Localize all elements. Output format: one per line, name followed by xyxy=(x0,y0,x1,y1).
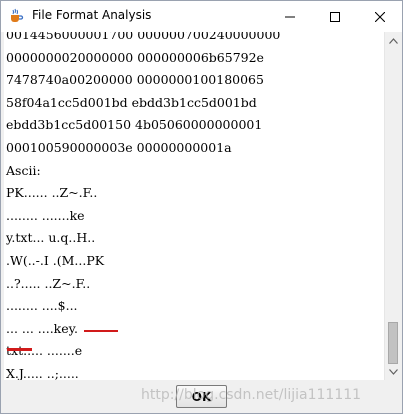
minimize-button[interactable] xyxy=(267,1,312,32)
close-button[interactable] xyxy=(357,1,402,32)
chevron-up-icon xyxy=(389,37,398,44)
text-line: 000100590000003e 00000000001a xyxy=(6,139,232,155)
vertical-scrollbar[interactable] xyxy=(384,32,402,380)
scrollbar-thumb[interactable] xyxy=(388,322,398,364)
maximize-button[interactable] xyxy=(312,1,357,32)
text-line: ..?..... ..Z~.F.. xyxy=(6,275,91,291)
title-bar[interactable]: File Format Analysis xyxy=(1,1,402,32)
text-line: X.J..... ..;..... xyxy=(6,365,79,380)
red-underline-txt xyxy=(7,348,32,351)
text-line: 0000000020000000 000000006b65792e xyxy=(6,49,264,65)
text-line: ... ... ....key. xyxy=(6,320,79,336)
dialog-window: File Format Analysis 0014456000001700 00… xyxy=(0,0,403,414)
minimize-icon xyxy=(284,16,295,17)
text-line: ebdd3b1cc5d00150 4b05060000000001 xyxy=(6,117,263,133)
java-cup-icon xyxy=(8,8,24,24)
text-line: 58f04a1cc5d001bd ebdd3b1cc5d001bd xyxy=(6,94,257,110)
red-underline-key xyxy=(84,330,118,332)
text-line: txt..... .......e xyxy=(6,343,83,359)
text-line: 0014456000001700 000000700240000000 xyxy=(6,32,281,42)
window-title: File Format Analysis xyxy=(32,8,152,22)
text-line: ........ .......ke xyxy=(6,207,85,223)
close-icon xyxy=(374,11,385,22)
text-line: PK...... ..Z~.F.. xyxy=(6,185,98,201)
chevron-down-icon xyxy=(389,368,398,375)
text-line: Ascii: xyxy=(6,162,41,178)
text-line: .W(..-.I .(M...PK xyxy=(6,252,105,268)
scroll-down-button[interactable] xyxy=(385,363,402,380)
analysis-text-area[interactable]: 0014456000001700 000000700240000000 00000… xyxy=(6,32,381,380)
text-line: 7478740a00200000 0000000100180065 xyxy=(6,72,264,88)
text-line: ........ ....$... xyxy=(6,298,78,314)
watermark-text: http://blog.csdn.net/lijia111111 xyxy=(141,387,362,403)
maximize-icon xyxy=(329,11,340,22)
text-line: y.txt... u.q..H.. xyxy=(6,230,96,246)
scroll-up-button[interactable] xyxy=(385,32,402,49)
text-panel[interactable]: 0014456000001700 000000700240000000 00000… xyxy=(4,32,384,380)
